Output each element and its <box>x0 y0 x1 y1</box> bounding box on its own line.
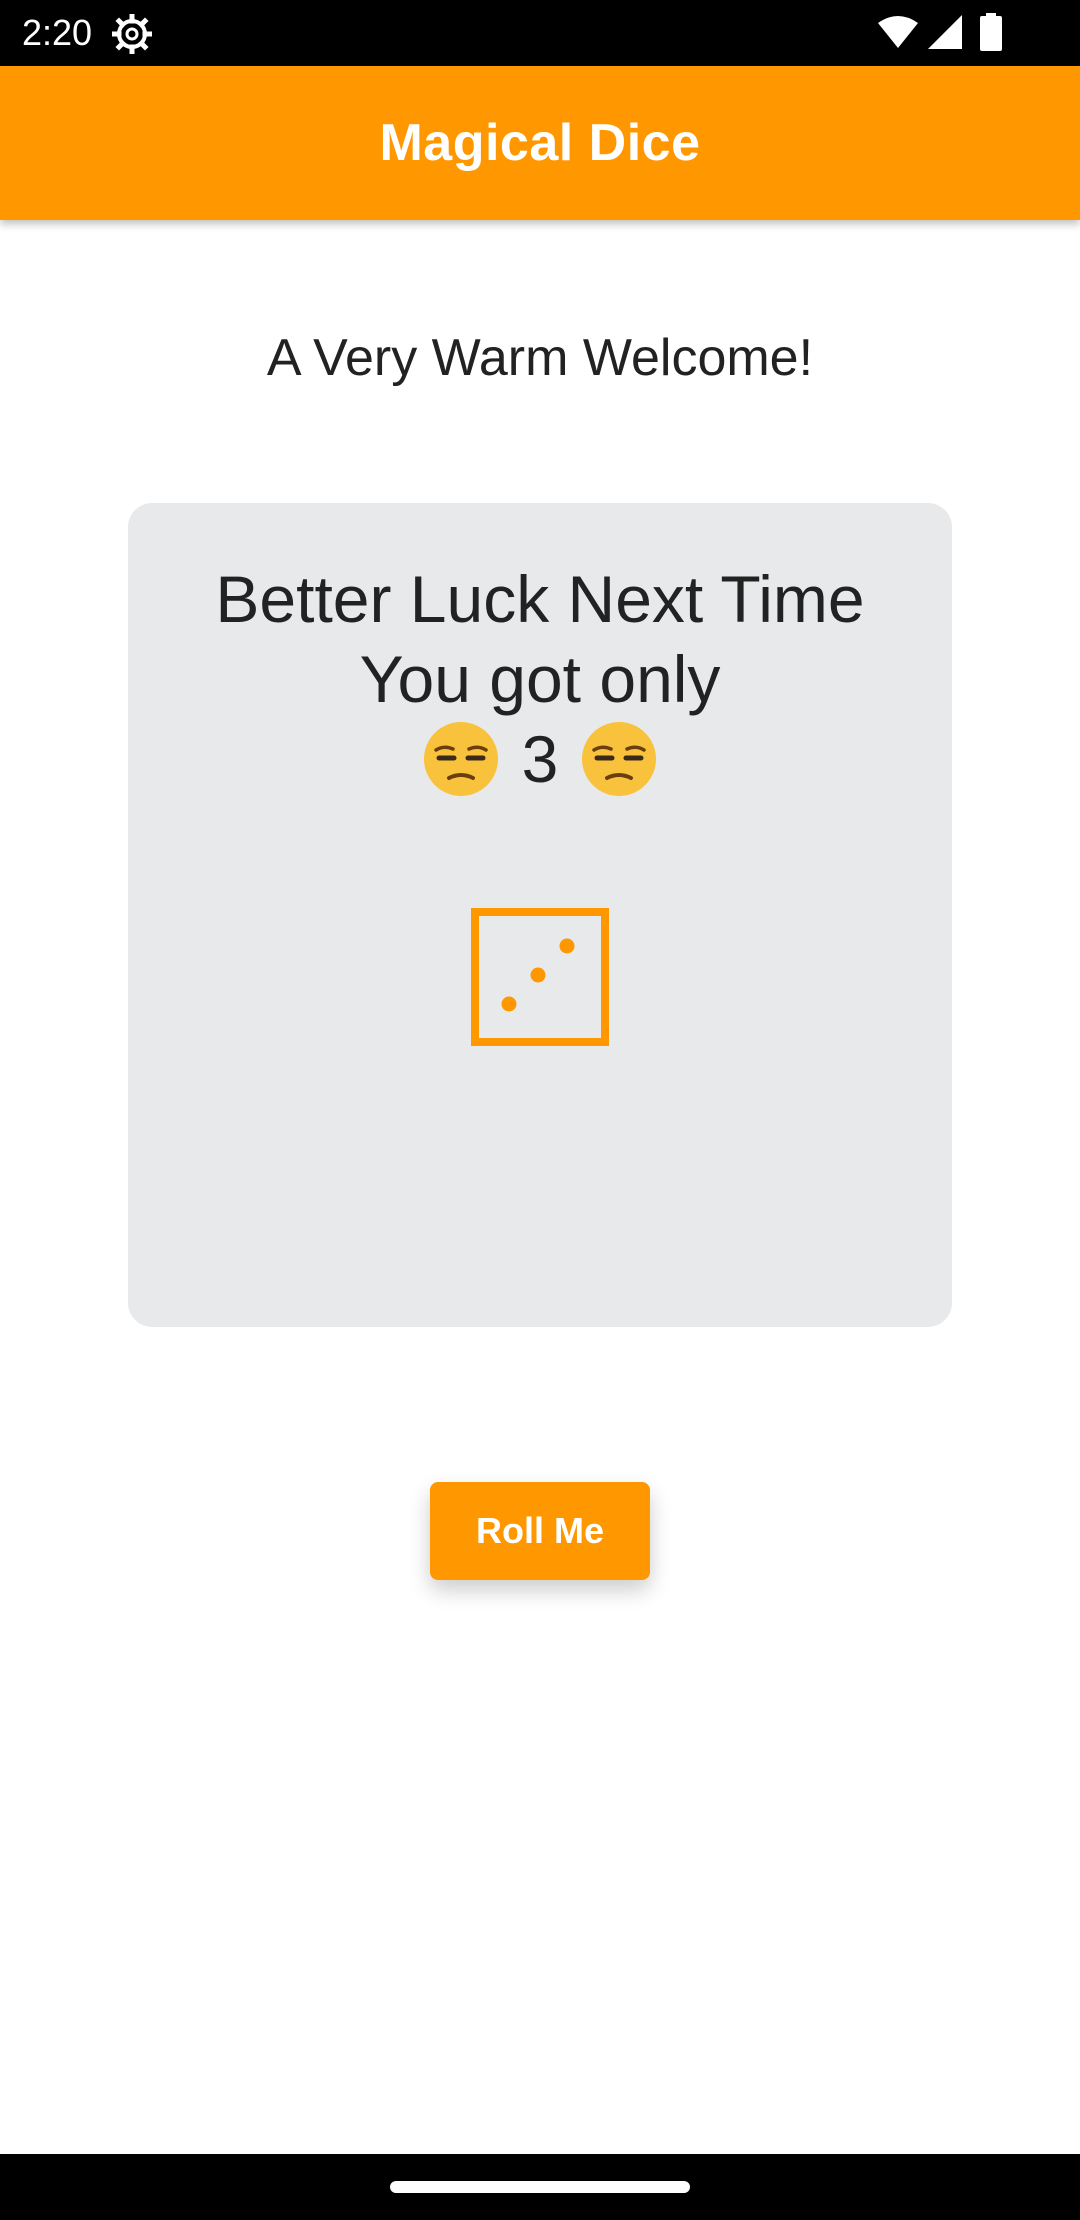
app-title: Magical Dice <box>379 114 701 172</box>
dice-three-icon <box>471 908 609 1046</box>
status-bar: 2:20 <box>0 0 1080 66</box>
battery-icon <box>980 13 1002 51</box>
navigation-bar <box>0 2154 1080 2220</box>
roll-me-button[interactable]: Roll Me <box>430 1482 650 1580</box>
app-bar: Magical Dice <box>0 66 1080 220</box>
signal-icon <box>928 15 962 49</box>
unamused-face-icon <box>423 722 498 796</box>
wifi-icon <box>878 16 918 48</box>
result-text: Better Luck Next Time You got only 3 <box>128 559 952 799</box>
result-number: 3 <box>521 722 559 796</box>
unamused-face-icon <box>582 722 657 796</box>
welcome-text: A Very Warm Welcome! <box>266 329 814 387</box>
home-indicator[interactable] <box>390 2181 690 2193</box>
status-time: 2:20 <box>22 12 93 53</box>
result-number-row: 3 <box>128 719 952 799</box>
result-line-1: Better Luck Next Time <box>215 562 865 636</box>
result-line-2: You got only <box>359 642 721 716</box>
result-card: Better Luck Next Time You got only 3 <box>128 503 952 1327</box>
gear-icon <box>112 14 152 54</box>
